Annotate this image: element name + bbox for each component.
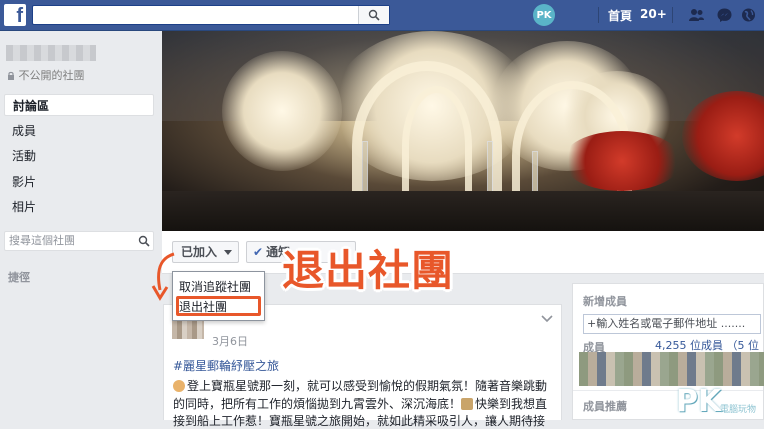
emoji-icon <box>173 380 185 392</box>
divider <box>672 7 673 23</box>
friends-icon[interactable] <box>688 7 705 23</box>
notification-count-badge[interactable]: 20+ <box>640 7 667 21</box>
post-text-line: 登上寶瓶星號那一刻，就可以感受到愉悅的假期氣氛！隨著音樂跳動 <box>173 377 547 394</box>
search-icon[interactable] <box>138 235 150 247</box>
facebook-logo-icon[interactable]: f <box>4 4 26 26</box>
annotation-leave-group-text: 退出社團 <box>282 246 455 295</box>
members-count-link[interactable]: 4,255 位成員 （5 位 <box>655 337 759 353</box>
joined-label: 已加入 <box>181 245 218 259</box>
search-button[interactable] <box>358 6 389 24</box>
highlight-box <box>176 296 261 316</box>
check-icon: ✔ <box>253 245 264 259</box>
messages-icon[interactable] <box>716 7 733 23</box>
post-text-line: 接到船上工作惹！寶瓶星號之旅開始，就如此精采吸引人，讓人期待接 <box>173 414 546 428</box>
add-member-input[interactable]: +輸入姓名或電子郵件地址 ....... <box>583 314 761 334</box>
joined-dropdown-button[interactable]: 已加入 <box>172 241 239 263</box>
group-action-bar: 已加入 ✔ 通知 <box>162 231 764 274</box>
divider <box>598 7 599 23</box>
post-hashtag[interactable]: #麗星郵輪紓壓之旅 <box>173 357 279 374</box>
privacy-text: 不公開的社團 <box>18 69 85 82</box>
pk-watermark-logo: PK 電腦玩物 <box>676 384 762 419</box>
member-avatars-blurred[interactable] <box>579 352 764 386</box>
chevron-down-icon <box>224 250 232 255</box>
top-navigation-bar: f PK 首頁 20+ <box>0 0 764 31</box>
sidebar-item-discussion[interactable]: 討論區 <box>4 94 154 116</box>
group-sidebar: 不公開的社團 討論區 成員 活動 影片 相片 搜尋這個社團 捷徑 <box>0 31 162 420</box>
sidebar-item-photos[interactable]: 相片 <box>4 196 154 218</box>
search-input[interactable] <box>32 5 390 25</box>
group-name-blurred[interactable] <box>6 45 96 61</box>
group-search-input[interactable]: 搜尋這個社團 <box>4 231 154 251</box>
lock-icon <box>8 71 14 80</box>
emoji-icon <box>461 398 474 410</box>
sidebar-item-events[interactable]: 活動 <box>4 145 154 167</box>
profile-avatar[interactable]: PK <box>533 4 555 26</box>
sidebar-item-videos[interactable]: 影片 <box>4 171 154 193</box>
post-text-line: 的同時，把所有工作的煩惱拋到九霄雲外、深沉海底！ 快樂到我想直 <box>173 397 548 411</box>
suggested-members-heading: 成員推薦 <box>583 400 627 413</box>
group-privacy-label: 不公開的社團 <box>7 67 85 83</box>
globe-icon[interactable] <box>740 7 757 23</box>
chevron-down-icon[interactable] <box>541 315 553 323</box>
annotation-arrow-icon <box>151 252 175 301</box>
search-icon <box>368 9 380 21</box>
new-members-heading: 新增成員 <box>583 295 627 308</box>
joined-dropdown-menu: 取消追蹤社團 退出社團 <box>172 271 265 321</box>
group-cover-photo <box>162 31 764 231</box>
post-timestamp[interactable]: 3月6日 <box>212 333 248 349</box>
group-post: 3月6日 #麗星郵輪紓壓之旅 登上寶瓶星號那一刻，就可以感受到愉悅的假期氣氛！隨… <box>163 304 562 428</box>
sidebar-item-members[interactable]: 成員 <box>4 120 154 142</box>
shortcuts-heading: 捷徑 <box>8 271 30 284</box>
watermark-subtitle: 電腦玩物 <box>720 405 757 415</box>
group-search-placeholder: 搜尋這個社團 <box>9 234 75 247</box>
home-link[interactable]: 首頁 <box>608 7 632 24</box>
menu-item-unfollow-group[interactable]: 取消追蹤社團 <box>179 278 251 295</box>
watermark-letters: PK <box>676 384 722 419</box>
